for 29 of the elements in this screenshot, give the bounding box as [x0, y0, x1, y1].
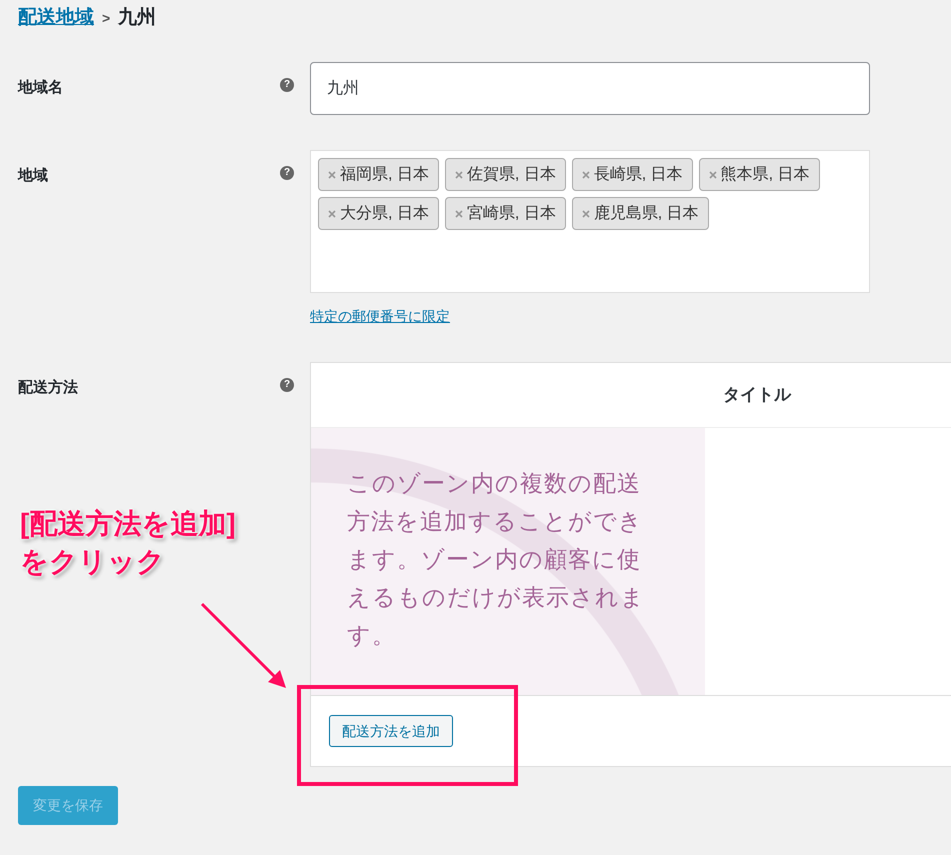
help-icon: ?	[280, 166, 294, 180]
field-label: 配送方法	[18, 379, 78, 396]
region-tag: 鹿児島県, 日本	[572, 197, 709, 230]
postcode-link[interactable]: 特定の郵便番号に限定	[310, 306, 870, 327]
region-tag: 宮崎県, 日本	[444, 197, 566, 230]
add-method-button[interactable]: 配送方法を追加	[329, 715, 453, 747]
blank-state-text: このゾーン内の複数の配送方法を追加することができます。ゾーン内の顧客に使えるものだけが表示されます。	[347, 469, 646, 650]
help-icon: ?	[280, 378, 294, 392]
tag-field[interactable]: 福岡県, 日本 佐賀県, 日本 長崎県, 日本 熊本県, 日本 大分県, 日本 宮崎県, 日本 鹿児島県, 日本	[310, 150, 870, 293]
region-tag: 熊本県, 日本	[698, 158, 820, 191]
help-icon: ?	[280, 78, 294, 92]
remove-icon[interactable]	[708, 170, 717, 178]
annotation-label: [配送方法を追加] をクリック	[20, 507, 236, 579]
remove-icon[interactable]	[454, 210, 463, 218]
region-tag: 大分県, 日本	[318, 197, 439, 230]
remove-icon[interactable]	[328, 170, 336, 178]
text-input[interactable]: 九州	[310, 62, 870, 115]
remove-icon[interactable]	[582, 210, 590, 218]
field-label: 地域名	[18, 79, 63, 96]
remove-icon[interactable]	[454, 170, 463, 178]
remove-icon[interactable]	[328, 210, 336, 218]
remove-icon[interactable]	[582, 170, 590, 178]
breadcrumb-link[interactable]: 配送地域	[18, 4, 94, 33]
field-label: 地域	[18, 167, 48, 184]
region-tag: 佐賀県, 日本	[444, 158, 566, 191]
breadcrumb-current: 九州	[118, 6, 156, 30]
region-tag: 長崎県, 日本	[572, 158, 693, 191]
breadcrumb-separator: >	[102, 9, 110, 28]
region-tag: 福岡県, 日本	[318, 158, 439, 191]
